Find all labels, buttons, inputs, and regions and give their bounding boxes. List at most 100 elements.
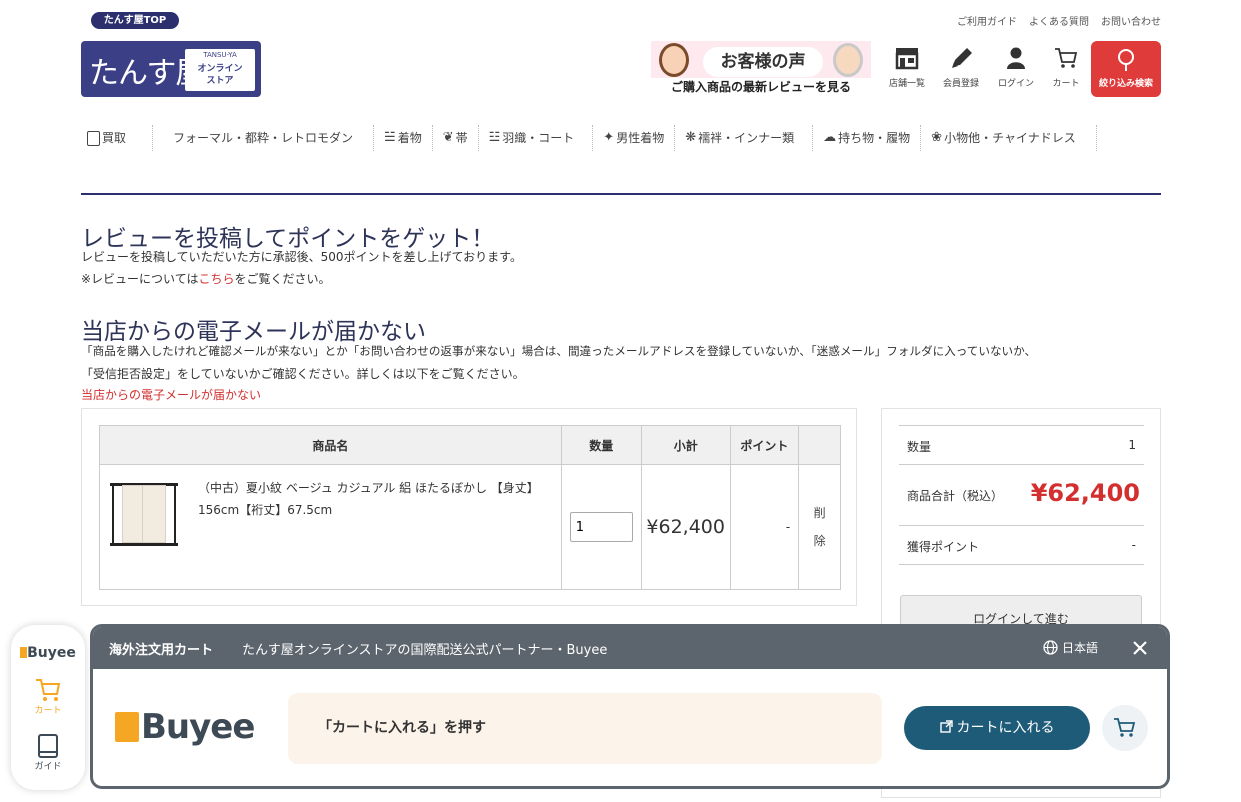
nav-item-small-goods[interactable]: ❀ 小物他・チャイナドレス <box>921 125 1097 151</box>
summary-points-label: 獲得ポイント <box>907 540 980 554</box>
review-here-link[interactable]: こちら <box>198 272 234 286</box>
nav-label: 羽織・コート <box>502 131 575 145</box>
mens-icon: ✦ <box>603 130 615 145</box>
col-header-qty: 数量 <box>560 425 642 465</box>
review-line2-post: をご覧ください。 <box>234 272 331 286</box>
cart-table: 商品名 数量 小計 ポイント （中古）夏小紋 ベージュ カジュアル 絽 ほたるぼ… <box>99 425 841 590</box>
cart-header-label: カート <box>1052 79 1080 89</box>
juban-icon: ❋ <box>685 130 697 145</box>
summary-points-value: - <box>1131 538 1136 552</box>
language-selector[interactable]: 日本語 <box>1043 639 1098 656</box>
store-icon <box>895 48 919 70</box>
pencil-icon <box>952 48 972 68</box>
category-nav: 買取 フォーマル・都粋・レトロモダン ☱ 着物 ❦ 帯 ☳ 羽織・コート ✦ 男… <box>81 123 1161 153</box>
summary-qty-value: 1 <box>1128 438 1136 452</box>
elder-face-icon <box>833 43 863 77</box>
login-header-label: ログイン <box>997 79 1034 89</box>
contact-link[interactable]: お問い合わせ <box>1101 13 1161 28</box>
add-to-cart-label: カートに入れる <box>956 720 1055 736</box>
top-link-badge[interactable]: たんす屋TOP <box>91 12 179 29</box>
customer-voice-banner[interactable]: お客様の声 ご購入商品の最新レビューを見る <box>651 41 871 97</box>
login-header-button[interactable]: ログイン <box>991 46 1041 89</box>
delete-button[interactable]: 削 除 <box>798 464 841 590</box>
faq-link[interactable]: よくある質問 <box>1029 13 1089 28</box>
nav-label: 小物他・チャイナドレス <box>944 131 1076 145</box>
nav-label: 買取 <box>102 131 127 145</box>
buyback-icon <box>87 130 100 146</box>
nav-item-juban[interactable]: ❋ 襦袢・インナー類 <box>675 125 814 151</box>
buyee-side-cart[interactable]: カート <box>23 677 73 716</box>
nav-label: 襦袢・インナー類 <box>698 131 795 145</box>
cart-header-button[interactable]: カート <box>1041 46 1091 89</box>
cart-icon <box>36 679 61 701</box>
points-cell: - <box>729 464 800 590</box>
summary-points-row: 獲得ポイント - <box>899 525 1144 565</box>
kimono-icon: ☱ <box>384 130 396 145</box>
nav-item-accessory[interactable]: ☁ 持ち物・履物 <box>813 125 922 151</box>
summary-total-label: 商品合計（税込） <box>907 489 1004 503</box>
col-header-points: ポイント <box>729 425 800 465</box>
nav-item-buyback[interactable]: 買取 <box>81 125 154 151</box>
header-divider <box>81 193 1161 195</box>
summary-total-value: ¥62,400 <box>1030 479 1140 507</box>
accessory-icon: ☁ <box>823 130 837 145</box>
nav-item-mens[interactable]: ✦ 男性着物 <box>593 125 676 151</box>
email-help-link[interactable]: 当店からの電子メールが届かない <box>81 384 261 406</box>
logo-subbox: TANSU-YA オンライン ストア <box>185 49 255 91</box>
cart-table-container: 商品名 数量 小計 ポイント （中古）夏小紋 ベージュ カジュアル 絽 ほたるぼ… <box>81 408 857 606</box>
review-line1: レビューを投稿していただいた方に承認後、500ポイントを差し上げております。 <box>81 250 522 264</box>
banner-subtitle: ご購入商品の最新レビューを見る <box>651 78 871 97</box>
store-list-label: 店舗一覧 <box>888 79 925 89</box>
buyee-logo: Buyee <box>115 707 255 747</box>
nav-item-formal[interactable]: フォーマル・都粋・レトロモダン <box>153 125 375 151</box>
utility-links: ご利用ガイド よくある質問 お問い合わせ <box>957 13 1161 28</box>
email-line1: 「商品を購入したけれど確認メールが来ない」とか「お問い合わせの返事が来ない」場合… <box>81 344 1037 358</box>
product-cell: （中古）夏小紋 ベージュ カジュアル 絽 ほたるぼかし 【身丈】156cm【裄丈… <box>99 464 562 590</box>
subtotal-cell: ¥62,400 <box>640 464 731 590</box>
buyee-side-widget: Buyee カート ガイド <box>11 625 85 790</box>
nav-item-obi[interactable]: ❦ 帯 <box>433 125 479 151</box>
buyee-logo-text: Buyee <box>141 707 255 747</box>
product-thumbnail[interactable] <box>108 475 180 547</box>
table-row: （中古）夏小紋 ベージュ カジュアル 絽 ほたるぼかし 【身丈】156cm【裄丈… <box>99 464 841 590</box>
col-header-product: 商品名 <box>99 425 562 465</box>
buyee-side-logo[interactable]: Buyee <box>16 645 80 661</box>
buyee-cart-button[interactable] <box>1102 705 1148 751</box>
product-name[interactable]: （中古）夏小紋 ベージュ カジュアル 絽 ほたるぼかし 【身丈】156cm【裄丈… <box>198 475 538 547</box>
register-button[interactable]: 会員登録 <box>936 46 986 89</box>
nav-item-kimono[interactable]: ☱ 着物 <box>374 125 433 151</box>
buyee-cart-panel: 海外注文用カート たんす屋オンラインストアの国際配送公式パートナー・Buyee … <box>90 624 1170 789</box>
buyee-side-guide-label: ガイド <box>34 762 62 772</box>
logo-en: TANSU-YA <box>203 51 237 59</box>
guide-link[interactable]: ご利用ガイド <box>957 13 1017 28</box>
quantity-input[interactable] <box>569 512 633 542</box>
obi-icon: ❦ <box>442 130 454 145</box>
buyee-side-guide[interactable]: ガイド <box>23 733 73 772</box>
filter-search-label: 絞り込み検索 <box>1098 79 1153 89</box>
user-icon <box>1007 47 1025 69</box>
summary-total-row: 商品合計（税込） ¥62,400 <box>899 464 1144 525</box>
buyee-bag-icon <box>115 712 139 742</box>
haori-icon: ☳ <box>488 130 501 145</box>
nav-label: 男性着物 <box>616 131 665 145</box>
globe-icon <box>1043 640 1058 655</box>
buyee-panel-header: 海外注文用カート たんす屋オンラインストアの国際配送公式パートナー・Buyee … <box>93 627 1167 669</box>
review-line2-pre: ※レビューについては <box>81 272 199 286</box>
store-list-button[interactable]: 店舗一覧 <box>882 46 932 89</box>
cart-icon <box>1055 48 1078 68</box>
logo-jp: オンライン ストア <box>197 64 243 86</box>
site-logo[interactable]: たんす屋 TANSU-YA オンライン ストア <box>81 41 261 97</box>
nav-item-haori[interactable]: ☳ 羽織・コート <box>479 125 594 151</box>
buyee-side-cart-label: カート <box>34 706 62 716</box>
col-header-subtotal: 小計 <box>640 425 731 465</box>
email-line2: 「受信拒否設定」をしていないかご確認ください。詳しくは以下をご覧ください。 <box>81 367 525 381</box>
banner-title: お客様の声 <box>703 47 823 77</box>
qty-cell <box>560 464 642 590</box>
close-icon[interactable] <box>1133 641 1147 655</box>
nav-label: 帯 <box>455 131 468 145</box>
buyee-instruction: 「カートに入れる」を押す <box>288 693 882 764</box>
filter-search-button[interactable]: 絞り込み検索 <box>1091 41 1161 97</box>
search-icon <box>1118 49 1134 71</box>
buyee-head-desc: たんす屋オンラインストアの国際配送公式パートナー・Buyee <box>242 643 608 658</box>
add-to-cart-button[interactable]: カートに入れる <box>904 706 1090 750</box>
